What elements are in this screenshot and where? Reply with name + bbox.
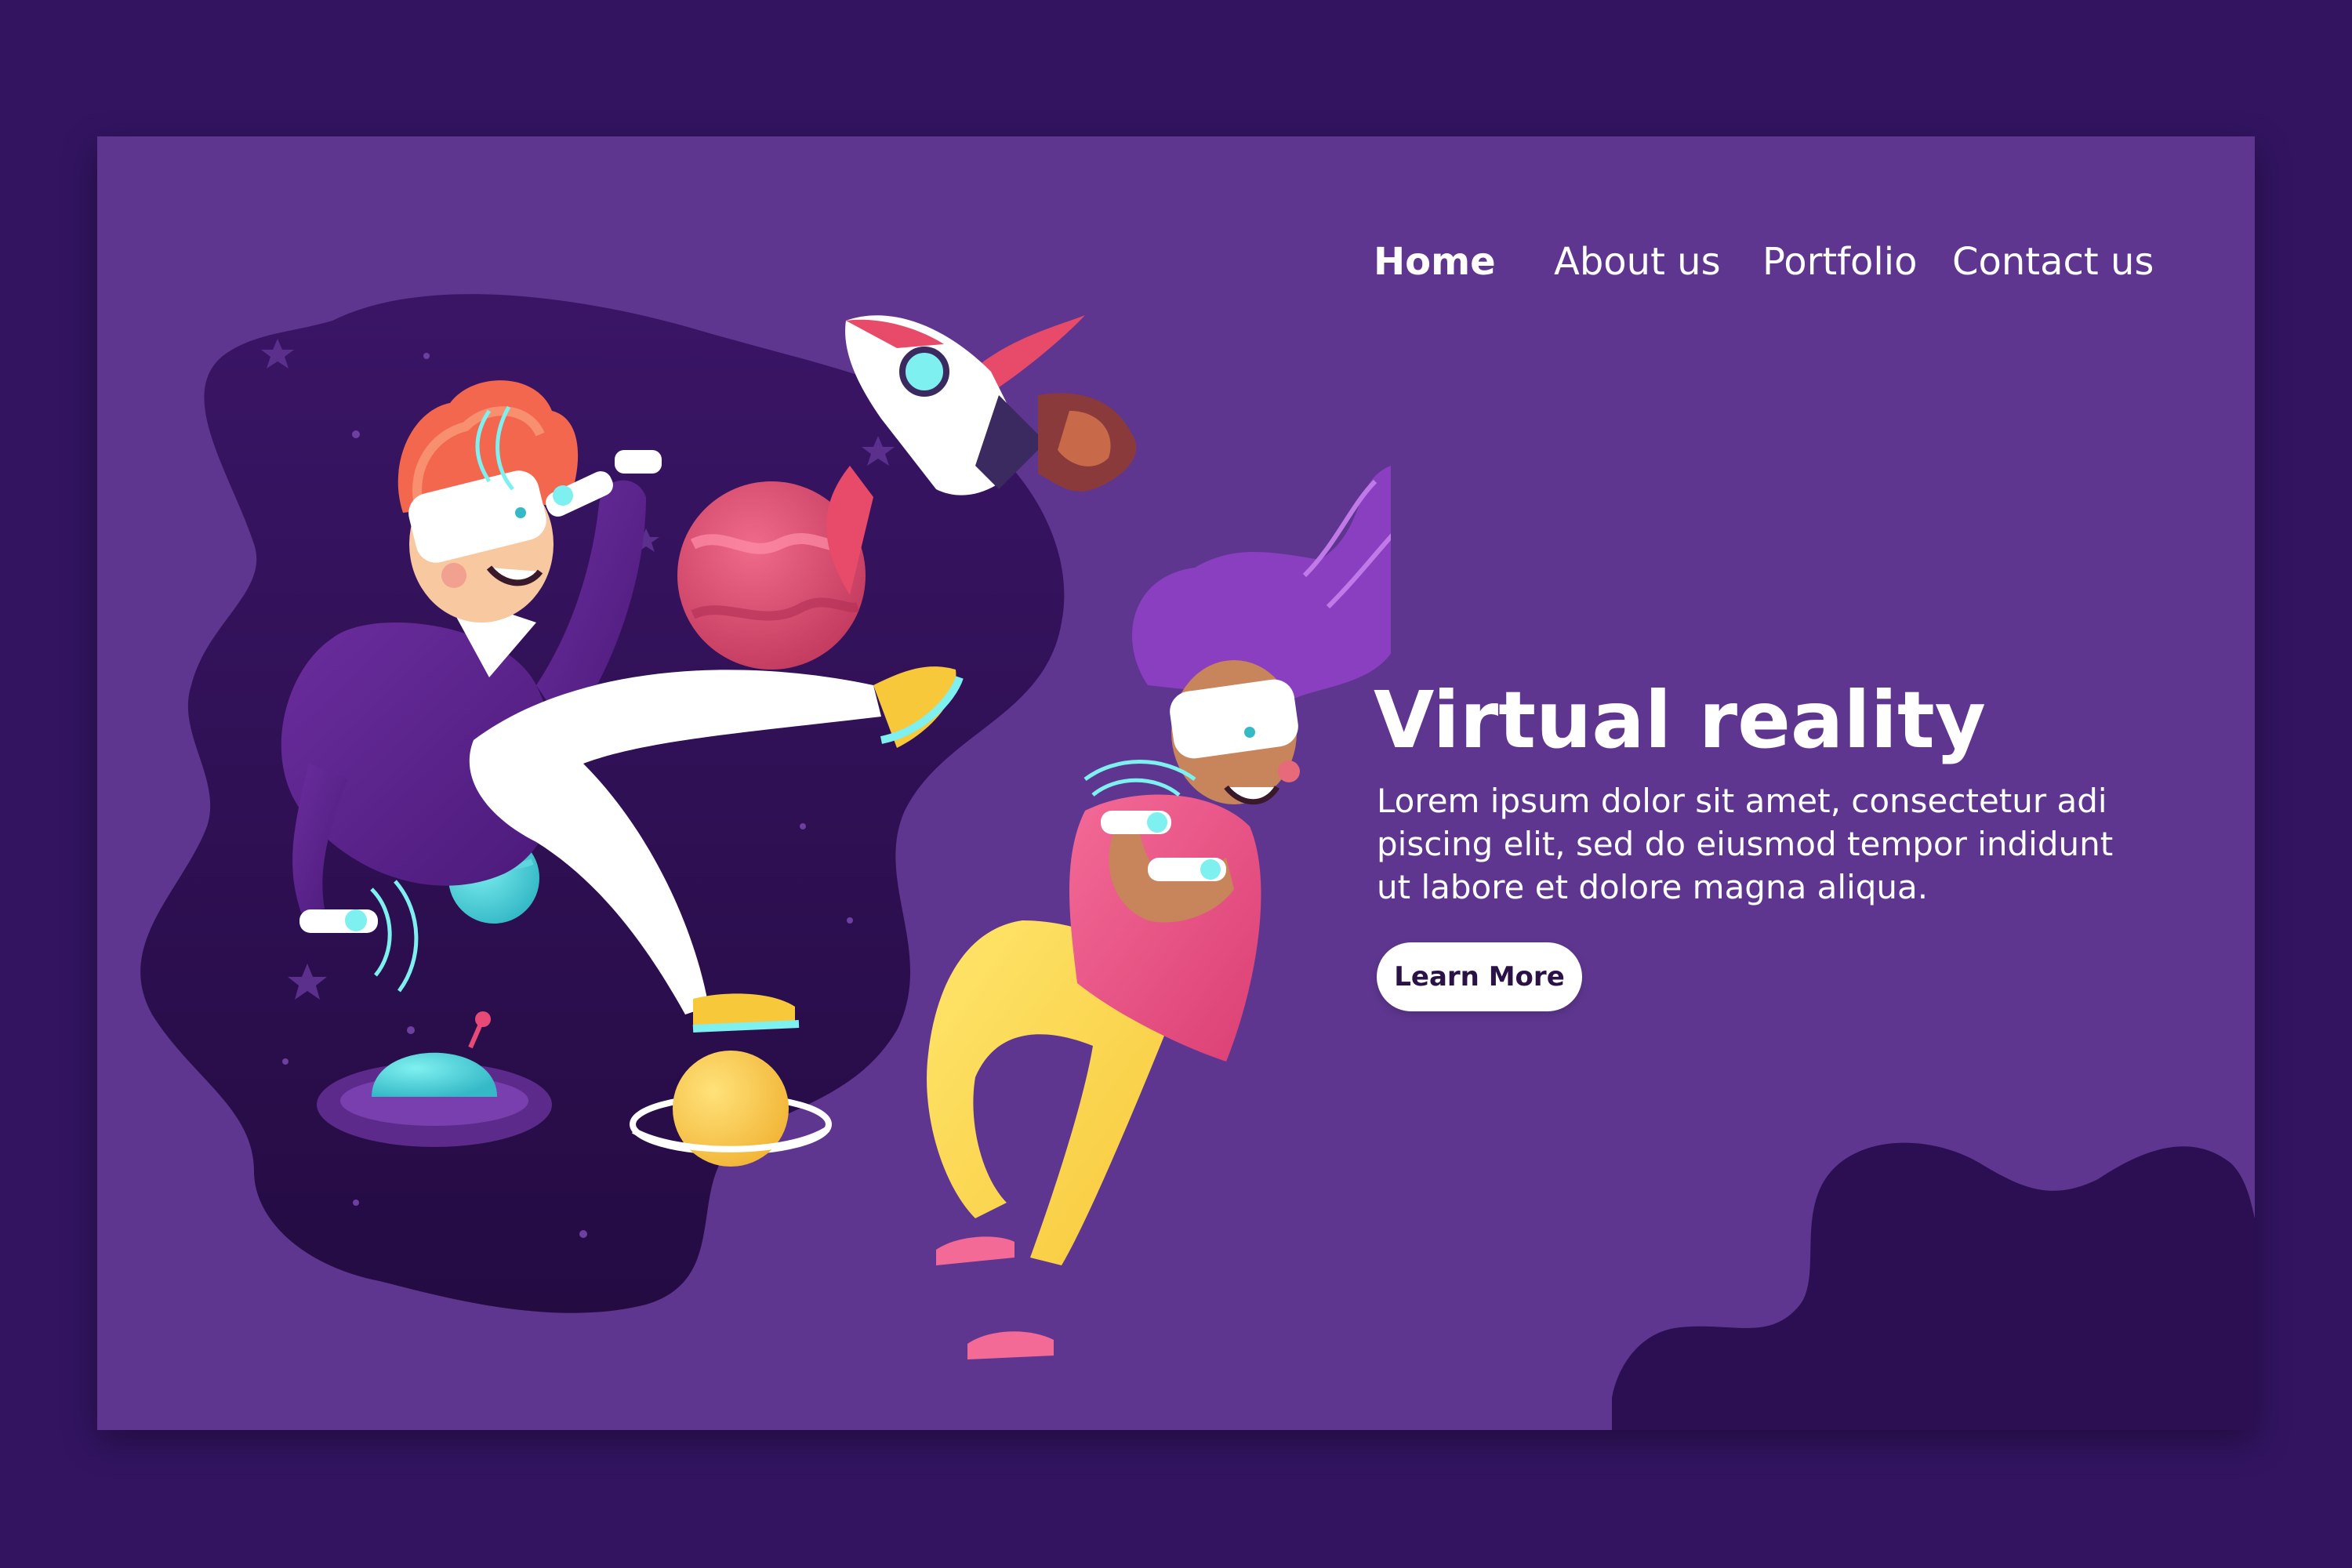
hero-description-line: Lorem ipsum dolor sit amet, consectetur … bbox=[1377, 782, 2107, 820]
hero-description-line: piscing elit, sed do eiusmod tempor indi… bbox=[1377, 825, 2114, 863]
corner-blob bbox=[1612, 1142, 2255, 1430]
nav-about-link[interactable]: About us bbox=[1554, 223, 1721, 301]
nav-contact-link[interactable]: Contact us bbox=[1952, 223, 2154, 301]
nav-portfolio-link[interactable]: Portfolio bbox=[1762, 223, 1917, 301]
vr-controller-icon bbox=[299, 909, 378, 933]
vr-controller-icon bbox=[1101, 811, 1171, 834]
landing-page-frame: Home About us Portfolio Contact us Virtu… bbox=[97, 136, 2255, 1430]
vr-controller-icon bbox=[1148, 858, 1226, 881]
hero-description: Lorem ipsum dolor sit amet, consectetur … bbox=[1377, 779, 2176, 909]
vr-illustration bbox=[140, 294, 1391, 1359]
nav-home-link[interactable]: Home bbox=[1374, 223, 1496, 301]
hero-description-line: ut labore et dolore magna aliqua. bbox=[1377, 868, 1929, 906]
learn-more-button[interactable]: Learn More bbox=[1377, 942, 1582, 1011]
hero-title: Virtual reality bbox=[1374, 674, 1986, 766]
top-navigation: Home About us Portfolio Contact us bbox=[97, 223, 2255, 301]
